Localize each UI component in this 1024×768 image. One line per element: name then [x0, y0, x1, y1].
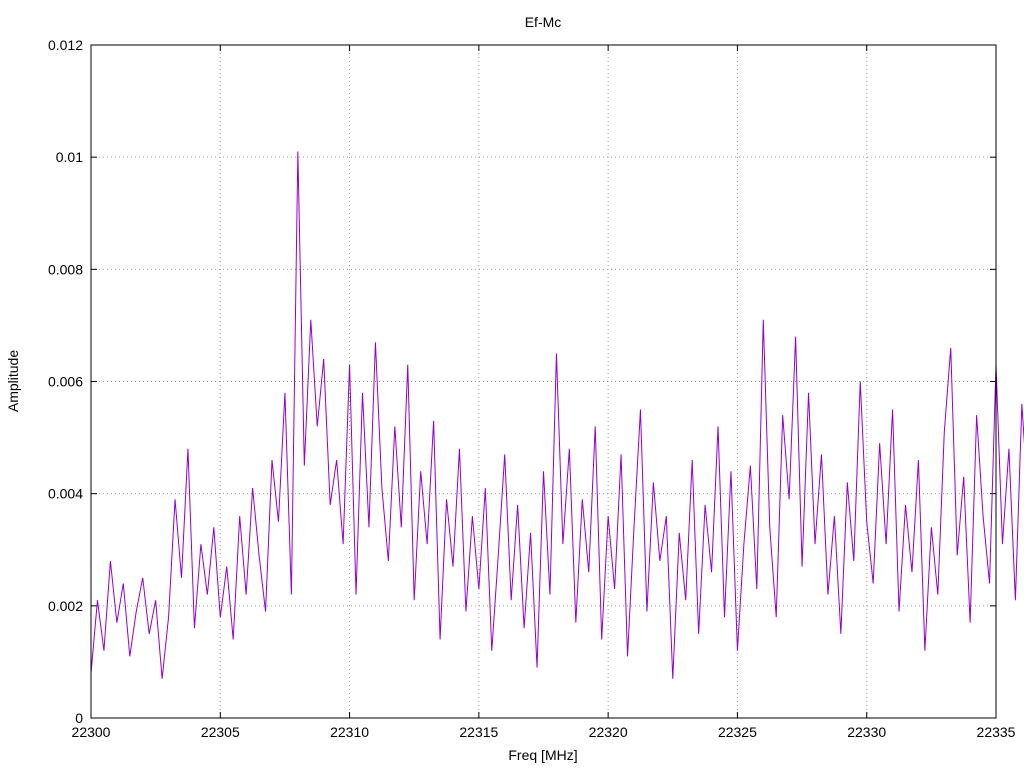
- chart-title: Ef-Mc: [525, 14, 562, 30]
- x-tick-label: 22305: [201, 724, 240, 740]
- series-line: [90, 151, 1024, 679]
- x-tick-label: 22335: [977, 724, 1016, 740]
- y-axis-title: Amplitude: [5, 350, 21, 412]
- tick-label-layer: 22300 22305 22310 22315 22320 22325 22330 22335…: [48, 37, 1016, 740]
- series-layer: [90, 151, 1024, 679]
- x-axis-title: Freq [MHz]: [508, 747, 577, 763]
- x-tick-label: 22310: [330, 724, 369, 740]
- y-tick-label: 0.012: [48, 37, 83, 53]
- y-tick-label: 0.002: [48, 598, 83, 614]
- x-tick-label: 22315: [459, 724, 498, 740]
- x-tick-label: 22325: [718, 724, 757, 740]
- y-tick-label: 0.006: [48, 374, 83, 390]
- y-tick-label: 0.008: [48, 261, 83, 277]
- chart-svg: Ef-Mc Freq [MHz] Amplitude 22300 22305 223…: [5, 14, 1024, 763]
- y-tick-label: 0.01: [56, 149, 83, 165]
- x-tick-label: 22300: [72, 724, 111, 740]
- x-tick-label: 22330: [847, 724, 886, 740]
- x-tick-label: 22320: [589, 724, 628, 740]
- y-tick-label: 0: [75, 710, 83, 726]
- y-tick-label: 0.004: [48, 486, 83, 502]
- chart-container: Ef-Mc Freq [MHz] Amplitude 22300 22305 223…: [0, 0, 1024, 768]
